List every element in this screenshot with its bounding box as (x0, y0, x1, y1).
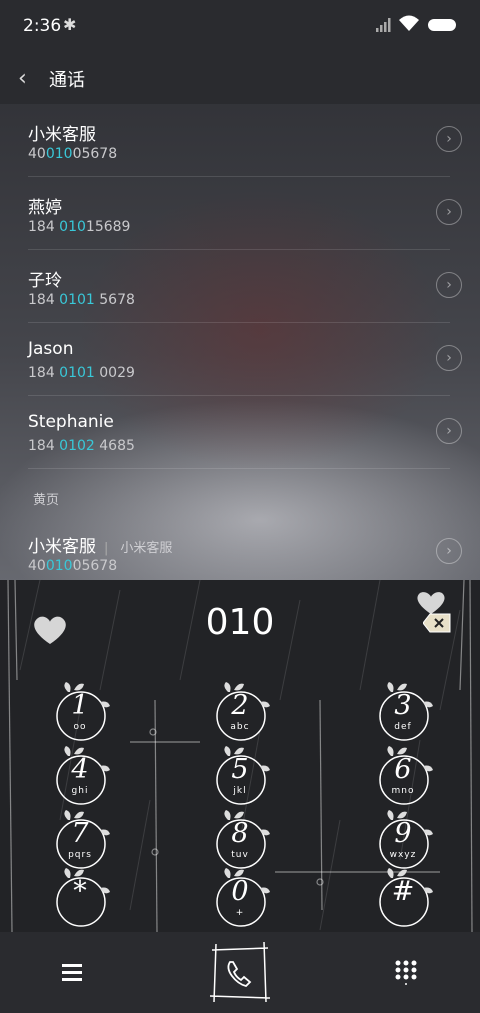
key-digit: * (73, 876, 87, 907)
key-digit: 1 (71, 690, 89, 721)
app-header: ‹ 通话 (0, 52, 480, 104)
key-letters: mno (391, 786, 415, 796)
back-button[interactable]: ‹ (18, 66, 27, 91)
battery-icon (428, 19, 456, 31)
section-label-yellow-pages: 黄页 (33, 493, 60, 508)
key-letters: abc (230, 722, 250, 732)
signal-icon (376, 18, 391, 32)
divider (28, 468, 450, 469)
list-item[interactable]: Jason 184 0101 0029 › (0, 323, 480, 396)
key-0[interactable]: 0 + (212, 868, 282, 930)
menu-icon[interactable] (60, 962, 84, 982)
contact-name: 小米客服 | 小米客服 (28, 537, 173, 557)
key-digit: 2 (231, 690, 249, 721)
contact-number: 184 01015689 (28, 219, 131, 235)
backspace-icon[interactable] (423, 613, 451, 633)
key-2[interactable]: 2 abc (212, 682, 282, 744)
key-digit: 5 (231, 754, 249, 785)
status-bar: 2:36 ✱ (0, 0, 480, 52)
dialpad-icon[interactable] (393, 959, 419, 985)
key-letters: jkl (233, 786, 247, 796)
key-1[interactable]: 1 oo (52, 682, 122, 744)
contact-number: 184 0101 5678 (28, 292, 135, 308)
key-digit: 6 (394, 754, 412, 785)
leaf-heart-icon (417, 592, 445, 614)
contact-number: 4001005678 (28, 558, 118, 574)
dial-input-display[interactable]: 010 (0, 602, 480, 643)
contact-name: 子玲 (28, 271, 62, 291)
key-8[interactable]: 8 tuv (212, 810, 282, 872)
details-chevron-icon[interactable]: › (436, 538, 462, 564)
key-7[interactable]: 7 pqrs (52, 810, 122, 872)
key-letters: def (394, 722, 412, 732)
list-item[interactable]: 燕婷 184 01015689 › (0, 177, 480, 250)
key-9[interactable]: 9 wxyz (375, 810, 445, 872)
key-5[interactable]: 5 jkl (212, 746, 282, 808)
key-letters: ghi (71, 786, 89, 796)
key-4[interactable]: 4 ghi (52, 746, 122, 808)
contact-name: Stephanie (28, 412, 114, 432)
bluetooth-icon: ✱ (63, 15, 77, 34)
wifi-icon (399, 15, 419, 31)
key-digit: 9 (394, 818, 412, 849)
list-item[interactable]: Stephanie 184 0102 4685 › (0, 396, 480, 469)
contact-name: 小米客服 (28, 125, 96, 145)
details-chevron-icon[interactable]: › (436, 199, 462, 225)
list-item[interactable]: 小米客服 | 小米客服 4001005678 › (0, 516, 480, 589)
key-digit: # (391, 876, 415, 907)
key-digit: 7 (71, 818, 89, 849)
key-6[interactable]: 6 mno (375, 746, 445, 808)
key-3[interactable]: 3 def (375, 682, 445, 744)
list-item[interactable]: 子玲 184 0101 5678 › (0, 250, 480, 323)
page-title: 通话 (49, 70, 85, 91)
details-chevron-icon[interactable]: › (436, 418, 462, 444)
key-digit: 4 (71, 754, 89, 785)
key-letters: pqrs (68, 850, 92, 860)
key-digit: 0 (231, 876, 249, 907)
contact-number: 184 0101 0029 (28, 365, 135, 381)
contact-number: 184 0102 4685 (28, 438, 135, 454)
key-digit: 3 (394, 690, 412, 721)
key-letters: oo (73, 722, 87, 732)
contact-subtitle: 小米客服 (120, 541, 173, 556)
key-digit: 8 (231, 818, 249, 849)
key-letters: + (235, 908, 245, 918)
contact-number: 4001005678 (28, 146, 118, 162)
key-star[interactable]: * (52, 868, 122, 930)
dialer-panel: 010 1 oo 2 abc 3 def 4 ghi 5 jkl 6 mno 7 (0, 580, 480, 932)
key-letters: wxyz (389, 850, 417, 860)
bottom-bar (0, 932, 480, 1013)
status-time: 2:36 (23, 16, 62, 36)
key-hash[interactable]: # (375, 868, 445, 930)
details-chevron-icon[interactable]: › (436, 272, 462, 298)
details-chevron-icon[interactable]: › (436, 126, 462, 152)
contact-name: 燕婷 (28, 198, 62, 218)
contact-name: Jason (28, 339, 74, 359)
key-letters: tuv (231, 850, 249, 860)
list-item[interactable]: 小米客服 4001005678 › (0, 104, 480, 177)
call-button[interactable] (208, 942, 272, 1004)
details-chevron-icon[interactable]: › (436, 345, 462, 371)
